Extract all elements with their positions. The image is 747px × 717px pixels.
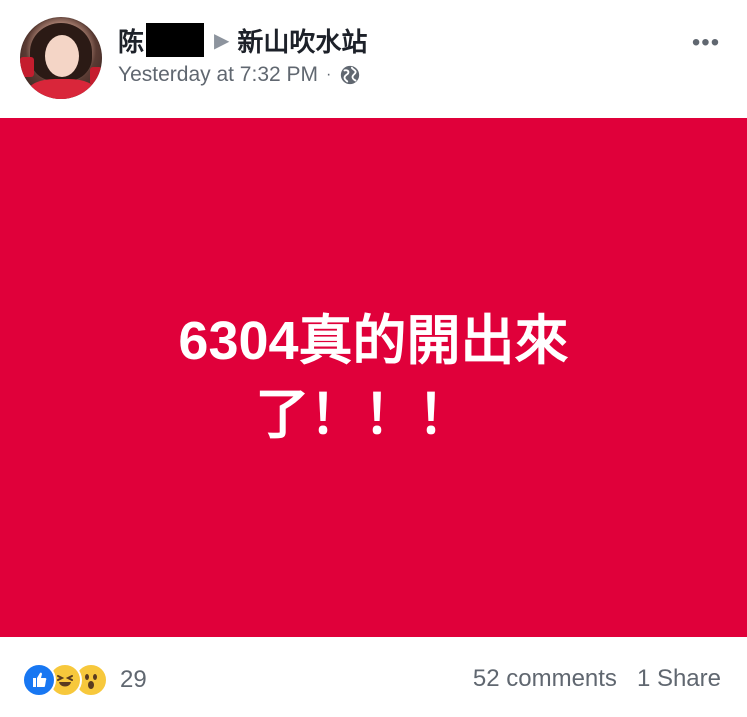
- more-options-icon[interactable]: •••: [689, 28, 723, 58]
- post-image-text: 6304真的開出來 了！！！: [0, 118, 747, 637]
- post-image[interactable]: 6304真的開出來 了！！！: [0, 118, 747, 637]
- post-footer: 29 52 comments 1 Share: [0, 637, 747, 717]
- avatar-face: [45, 35, 79, 77]
- meta-separator: ·: [326, 66, 332, 83]
- like-icon: [22, 663, 56, 697]
- avatar-decoration-right: [90, 67, 102, 85]
- group-name[interactable]: 新山吹水站: [237, 22, 367, 59]
- avatar[interactable]: [20, 17, 102, 99]
- share-arrow-icon: ▶: [214, 29, 230, 52]
- globe-icon[interactable]: [339, 64, 361, 86]
- author-line: 陈 ▶ 新山吹水站: [118, 20, 367, 60]
- timestamp[interactable]: Yesterday at 7:32 PM: [118, 63, 318, 87]
- avatar-decoration-left: [20, 57, 34, 77]
- comments-count[interactable]: 52 comments: [473, 665, 617, 693]
- post-image-text-line2: 了！！！: [255, 384, 472, 445]
- post-meta: Yesterday at 7:32 PM ·: [118, 60, 361, 90]
- avatar-shirt: [28, 79, 96, 99]
- reactions-summary[interactable]: 29: [22, 663, 147, 697]
- redacted-name-block: [146, 23, 205, 57]
- post-header: 陈 ▶ 新山吹水站 Yesterday at 7:32 PM · •••: [0, 0, 747, 118]
- post-image-text-line1: 6304真的開出來: [178, 310, 569, 371]
- shares-count[interactable]: 1 Share: [637, 665, 721, 693]
- reaction-count[interactable]: 29: [120, 666, 147, 694]
- engagement-summary: 52 comments 1 Share: [473, 665, 721, 693]
- author-name[interactable]: 陈: [118, 22, 144, 59]
